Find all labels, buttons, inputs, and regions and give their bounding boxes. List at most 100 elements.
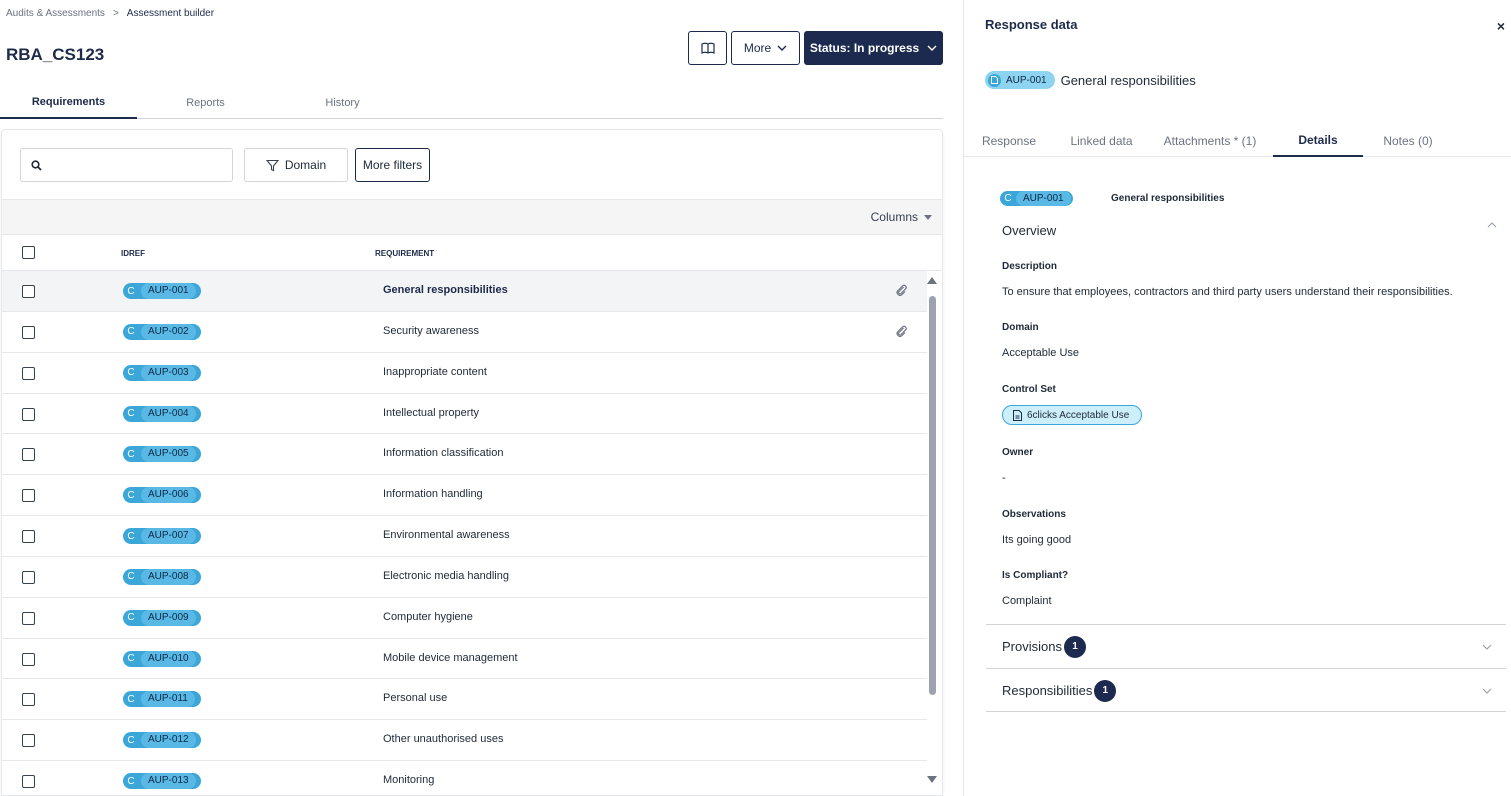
close-icon[interactable]: ×: [1497, 18, 1505, 34]
row-checkbox[interactable]: [22, 325, 35, 339]
breadcrumb-parent-link[interactable]: Audits & Assessments: [6, 8, 105, 19]
tab-linked-data[interactable]: Linked data: [1059, 124, 1144, 157]
requirement-name[interactable]: Security awareness: [383, 325, 479, 337]
row-checkbox[interactable]: [22, 652, 35, 666]
control-name: General responsibilities: [1111, 193, 1225, 204]
tab-attachments[interactable]: Attachments * (1): [1157, 124, 1263, 157]
table-row[interactable]: C AUP-009 Computer hygiene: [2, 598, 927, 639]
status-button[interactable]: Status: In progress: [804, 31, 943, 65]
requirement-id: AUP-006: [141, 487, 196, 504]
table-row[interactable]: C AUP-013 Monitoring: [2, 761, 927, 796]
tab-response[interactable]: Response: [978, 124, 1040, 157]
tab-reports[interactable]: Reports: [137, 86, 274, 119]
control-set-label: Control Set: [1002, 384, 1056, 395]
details-header: C AUP-001 General responsibilities: [1000, 191, 1224, 206]
control-set-chip[interactable]: 6clicks Acceptable Use: [1002, 405, 1142, 425]
domain-filter-label: Domain: [284, 158, 327, 172]
requirement-id: AUP-008: [141, 568, 196, 585]
description-label: Description: [1002, 261, 1058, 272]
requirement-id: AUP-003: [141, 364, 196, 381]
search-input[interactable]: [50, 158, 220, 172]
table-row[interactable]: C AUP-007 Environmental awareness: [2, 516, 927, 557]
tab-details[interactable]: Details: [1273, 124, 1363, 157]
row-checkbox[interactable]: [22, 734, 35, 748]
observations-label: Observations: [1002, 509, 1066, 520]
table-row[interactable]: C AUP-003 Inappropriate content: [2, 353, 927, 394]
table-row[interactable]: C AUP-002 Security awareness: [2, 312, 927, 353]
table-row[interactable]: C AUP-005 Information classification: [2, 434, 927, 476]
row-checkbox[interactable]: [22, 366, 35, 380]
description-value: To ensure that employees, contractors an…: [1002, 286, 1453, 298]
more-filters-button[interactable]: More filters: [355, 148, 430, 182]
table-row[interactable]: C AUP-004 Intellectual property: [2, 394, 927, 435]
table-row[interactable]: C AUP-012 Other unauthorised uses: [2, 720, 927, 762]
requirement-id-badge: C AUP-007: [123, 528, 201, 545]
requirement-name[interactable]: Information classification: [383, 447, 503, 459]
tab-notes[interactable]: Notes (0): [1373, 124, 1443, 157]
table-row[interactable]: C AUP-011 Personal use: [2, 679, 927, 721]
columns-button[interactable]: Columns: [871, 210, 932, 224]
row-checkbox[interactable]: [22, 407, 35, 421]
requirement-id-badge: C AUP-004: [123, 405, 201, 422]
control-type-letter: C: [127, 693, 135, 705]
column-header-requirement[interactable]: REQUIREMENT: [375, 249, 434, 258]
scrollbar-thumb[interactable]: [929, 296, 936, 695]
requirement-name: General responsibilities: [1060, 72, 1196, 88]
domain-filter-button[interactable]: Domain: [244, 148, 348, 182]
row-checkbox[interactable]: [22, 489, 35, 503]
select-all-checkbox[interactable]: [22, 246, 35, 259]
provisions-label: Provisions: [1002, 639, 1062, 654]
requirement-name[interactable]: Monitoring: [383, 774, 434, 786]
requirement-name[interactable]: Electronic media handling: [383, 570, 509, 582]
owner-value: -: [1002, 472, 1006, 484]
responsibilities-accordion[interactable]: Responsibilities 1: [986, 668, 1506, 712]
domain-value: Acceptable Use: [1002, 347, 1080, 359]
guide-button[interactable]: [688, 31, 727, 65]
table-row[interactable]: C AUP-010 Mobile device management: [2, 639, 927, 680]
provisions-accordion[interactable]: Provisions 1: [986, 624, 1506, 668]
column-header-idref[interactable]: IDREF: [121, 249, 145, 258]
requirement-name[interactable]: Mobile device management: [383, 652, 518, 664]
overview-section-title[interactable]: Overview: [1002, 223, 1056, 238]
scroll-down-arrow[interactable]: [927, 776, 937, 783]
row-checkbox[interactable]: [22, 570, 35, 584]
row-checkbox[interactable]: [22, 693, 35, 707]
requirement-name[interactable]: Environmental awareness: [383, 529, 510, 541]
chevron-down-icon: [777, 45, 787, 51]
tab-requirements[interactable]: Requirements: [0, 86, 137, 119]
requirement-name[interactable]: Personal use: [383, 692, 447, 704]
row-checkbox[interactable]: [22, 611, 35, 625]
requirement-name[interactable]: Inappropriate content: [383, 366, 487, 378]
requirement-name[interactable]: Other unauthorised uses: [383, 733, 503, 745]
tab-history[interactable]: History: [274, 86, 411, 119]
requirement-name[interactable]: Intellectual property: [383, 407, 479, 419]
table-row[interactable]: C AUP-001 General responsibilities: [2, 271, 927, 312]
chevron-down-icon: [927, 45, 937, 51]
scroll-up-arrow[interactable]: [927, 277, 937, 284]
paperclip-icon[interactable]: [895, 283, 907, 300]
chevron-up-icon[interactable]: [1487, 222, 1497, 228]
more-button[interactable]: More: [731, 31, 800, 65]
table-row[interactable]: C AUP-008 Electronic media handling: [2, 557, 927, 598]
table-row[interactable]: C AUP-006 Information handling: [2, 475, 927, 517]
response-data-panel: Response data × AUP-001 General responsi…: [963, 0, 1511, 796]
requirement-name[interactable]: Information handling: [383, 488, 483, 500]
owner-label: Owner: [1002, 447, 1034, 458]
requirement-id-badge: C AUP-005: [123, 446, 201, 463]
row-checkbox[interactable]: [22, 448, 35, 462]
search-box[interactable]: [20, 148, 233, 182]
panel-header: AUP-001 General responsibilities: [985, 71, 1196, 89]
control-type-letter: C: [127, 775, 135, 787]
requirement-id: AUP-004: [141, 405, 196, 422]
row-checkbox[interactable]: [22, 775, 35, 789]
control-type-letter: C: [127, 408, 135, 420]
requirement-name[interactable]: Computer hygiene: [383, 611, 473, 623]
requirement-name[interactable]: General responsibilities: [383, 284, 508, 296]
requirement-id-badge: C AUP-013: [123, 773, 201, 790]
requirement-id: AUP-012: [141, 732, 196, 749]
requirement-id: AUP-001: [141, 283, 196, 299]
paperclip-icon[interactable]: [895, 324, 907, 341]
row-checkbox[interactable]: [22, 530, 35, 544]
row-checkbox[interactable]: [22, 285, 35, 298]
requirements-card: Domain More filters Columns IDREF REQUIR…: [1, 129, 943, 796]
